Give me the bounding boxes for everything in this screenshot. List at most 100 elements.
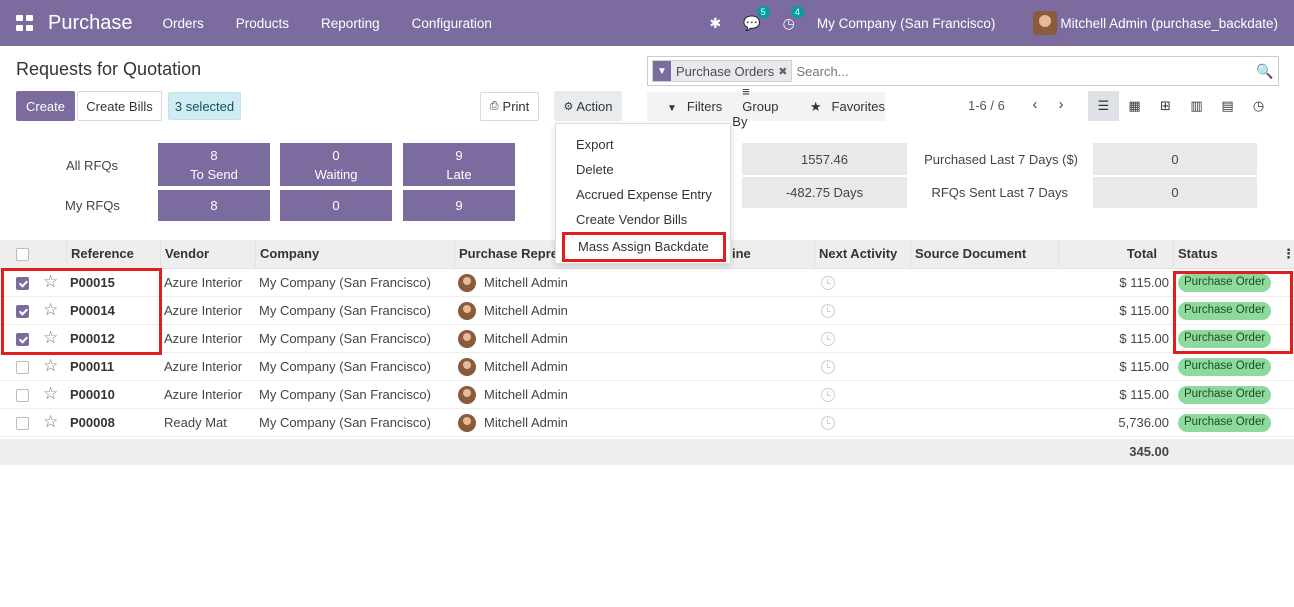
menu-item-create-vendor-bills[interactable]: Create Vendor Bills (556, 207, 730, 232)
priority-star-icon[interactable]: ☆ (43, 384, 58, 404)
activity-clock-icon[interactable] (821, 360, 835, 374)
create-button[interactable]: Create (16, 91, 75, 121)
list-view-icon[interactable]: ☰ (1088, 91, 1119, 121)
table-row[interactable]: ☆ P00010 Azure Interior My Company (San … (0, 381, 1294, 409)
menu-item-mass-assign-backdate[interactable]: Mass Assign Backdate (562, 232, 726, 262)
kanban-view-icon[interactable]: ▦ (1119, 91, 1150, 121)
column-source-document[interactable]: Source Document (910, 240, 1058, 269)
filters-toggle[interactable]: ▼ Filters (657, 99, 722, 114)
footer-total: 345.00 (1129, 444, 1169, 459)
menu-orders[interactable]: Orders (163, 16, 204, 31)
navbar-systray: ✱ 💬 5 ◷ 4 My Company (San Francisco) Mitch… (709, 0, 1294, 46)
row-reference: P00010 (70, 387, 115, 402)
priority-star-icon[interactable]: ☆ (43, 412, 58, 432)
row-representative: Mitchell Admin (484, 387, 568, 402)
menu-configuration[interactable]: Configuration (412, 16, 492, 31)
print-button[interactable]: ⎙ Print (480, 92, 539, 121)
menu-item-delete[interactable]: Delete (556, 157, 730, 182)
create-bills-button[interactable]: Create Bills (77, 91, 162, 121)
bug-icon[interactable]: ✱ (709, 15, 721, 32)
action-button[interactable]: ⚙ Action (554, 91, 622, 121)
row-reference: P00011 (70, 359, 115, 374)
row-total: $ 115.00 (1119, 387, 1169, 402)
row-total: 5,736.00 (1118, 415, 1169, 430)
search-icon[interactable]: 🔍 (1252, 63, 1278, 80)
table-row[interactable]: ☆ P00015 Azure Interior My Company (San … (0, 269, 1294, 297)
column-deadline[interactable]: ine (728, 240, 814, 269)
representative-avatar (458, 330, 476, 348)
menu-reporting[interactable]: Reporting (321, 16, 380, 31)
chat-icon[interactable]: 💬 5 (743, 5, 770, 32)
activity-view-icon[interactable]: ◷ (1243, 91, 1274, 121)
column-status[interactable]: Status (1173, 240, 1273, 269)
page-title: Requests for Quotation (16, 59, 202, 79)
all-rfqs-label: All RFQs (66, 158, 118, 173)
row-representative: Mitchell Admin (484, 359, 568, 374)
company-switcher[interactable]: My Company (San Francisco) (817, 16, 996, 31)
group-by-toggle[interactable]: ≡ Group By (732, 84, 790, 129)
activity-count-badge: 4 (790, 5, 804, 18)
chevron-right-icon[interactable]: › (1048, 96, 1074, 113)
rfqs-sent-last-7-days-label: RFQs Sent Last 7 Days (931, 185, 1068, 200)
app-name[interactable]: Purchase (48, 12, 133, 35)
menu-item-accrued-expense-entry[interactable]: Accrued Expense Entry (556, 182, 730, 207)
tile-my-waiting[interactable]: 0 (280, 190, 392, 221)
tile-all-late[interactable]: 9 Late (403, 143, 515, 186)
search-input[interactable] (792, 58, 1252, 84)
row-company: My Company (San Francisco) (259, 303, 431, 318)
column-company[interactable]: Company (255, 240, 454, 269)
search-facet: ▼ Purchase Orders ✖ (652, 60, 793, 82)
user-avatar (1033, 11, 1058, 35)
graph-view-icon[interactable]: ▥ (1181, 91, 1212, 121)
favorites-toggle[interactable]: ★ Favorites (800, 99, 885, 115)
activity-clock-icon[interactable] (821, 304, 835, 318)
column-reference[interactable]: Reference (66, 240, 159, 269)
tile-all-to-send[interactable]: 8 To Send (158, 143, 270, 186)
pivot-view-icon[interactable]: ⊞ (1150, 91, 1181, 121)
table-row[interactable]: ☆ P00008 Ready Mat My Company (San Franc… (0, 409, 1294, 437)
user-menu[interactable]: Mitchell Admin (purchase_backdate) (1033, 11, 1278, 35)
apps-menu-icon[interactable] (16, 15, 34, 31)
table-row[interactable]: ☆ P00012 Azure Interior My Company (San … (0, 325, 1294, 353)
action-dropdown-menu: Export Delete Accrued Expense Entry Crea… (555, 123, 731, 264)
row-reference: P00008 (70, 415, 115, 430)
column-next-activity[interactable]: Next Activity (814, 240, 910, 269)
tile-all-waiting[interactable]: 0 Waiting (280, 143, 392, 186)
row-checkbox[interactable] (16, 389, 29, 402)
column-total[interactable]: Total (1058, 240, 1173, 269)
select-all-checkbox[interactable] (16, 248, 29, 261)
tile-my-late[interactable]: 9 (403, 190, 515, 221)
tile-label: To Send (190, 166, 238, 182)
table-row[interactable]: ☆ P00011 Azure Interior My Company (San … (0, 353, 1294, 381)
status-highlight (1173, 271, 1293, 354)
column-vendor[interactable]: Vendor (160, 240, 255, 269)
representative-avatar (458, 302, 476, 320)
activity-clock-icon[interactable] (821, 276, 835, 290)
activity-clock-icon[interactable] (821, 416, 835, 430)
menu-products[interactable]: Products (236, 16, 289, 31)
priority-star-icon[interactable]: ☆ (43, 356, 58, 376)
calendar-view-icon[interactable]: ▤ (1212, 91, 1243, 121)
optional-columns-icon[interactable]: ⋮ (1282, 240, 1294, 269)
row-total: $ 115.00 (1119, 303, 1169, 318)
chevron-left-icon[interactable]: ‹ (1022, 96, 1048, 113)
facet-remove-icon[interactable]: ✖ (778, 65, 787, 78)
tile-value: 8 (210, 198, 218, 213)
activity-clock-icon[interactable] (821, 332, 835, 346)
activity-clock-icon[interactable]: ◷ 4 (783, 5, 804, 32)
filter-icon: ▼ (653, 61, 671, 81)
menu-item-export[interactable]: Export (556, 132, 730, 157)
row-representative: Mitchell Admin (484, 331, 568, 346)
selection-counter[interactable]: 3 selected (168, 92, 241, 120)
gear-icon: ⚙ (563, 100, 574, 113)
row-vendor: Ready Mat (164, 415, 227, 430)
representative-avatar (458, 386, 476, 404)
pager-value[interactable]: 1-6 / 6 (968, 98, 1005, 113)
row-checkbox[interactable] (16, 417, 29, 430)
row-representative: Mitchell Admin (484, 415, 568, 430)
row-checkbox[interactable] (16, 361, 29, 374)
table-row[interactable]: ☆ P00014 Azure Interior My Company (San … (0, 297, 1294, 325)
activity-clock-icon[interactable] (821, 388, 835, 402)
row-company: My Company (San Francisco) (259, 359, 431, 374)
tile-my-to-send[interactable]: 8 (158, 190, 270, 221)
